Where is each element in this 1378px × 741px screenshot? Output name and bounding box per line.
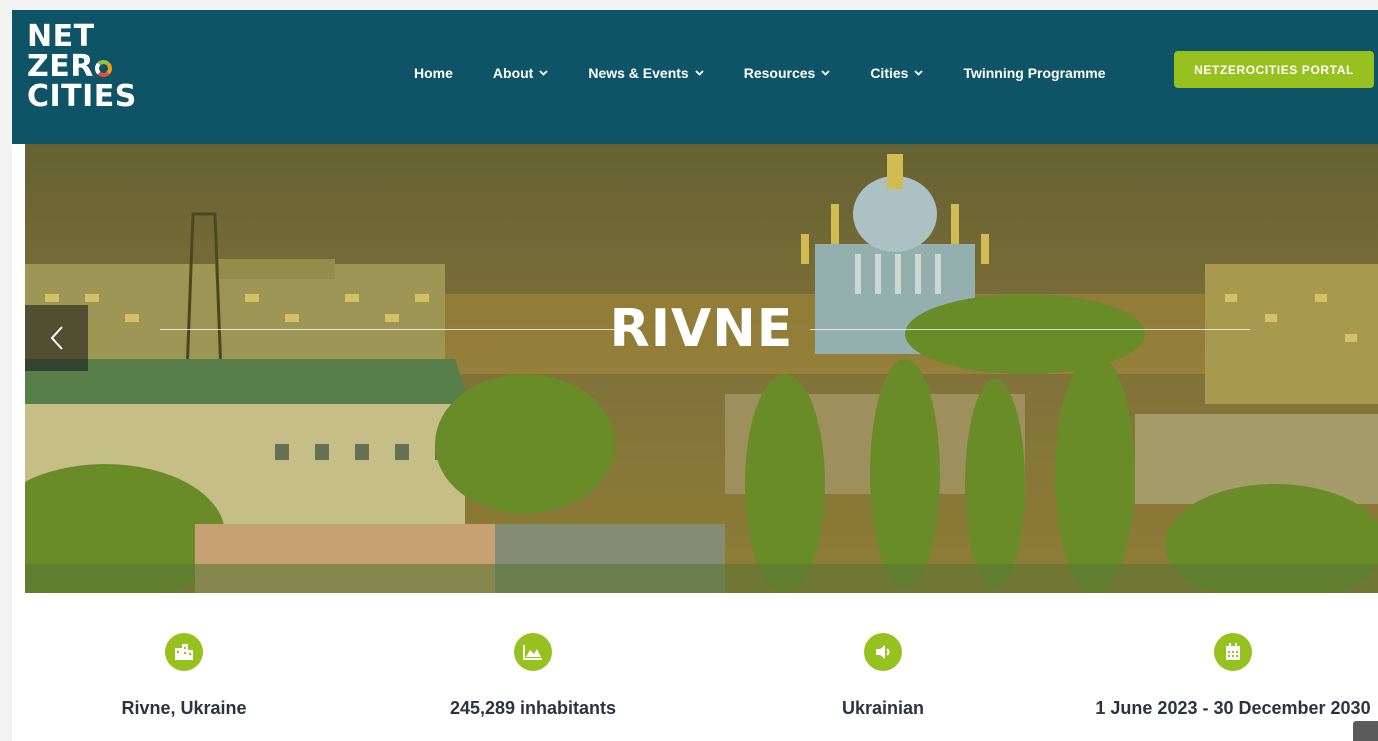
nav-label-twinning-programme: Twinning Programme — [963, 65, 1106, 81]
nav-item-twinning-programme[interactable]: Twinning Programme — [963, 65, 1105, 81]
nav-item-resources[interactable]: Resources — [744, 65, 831, 81]
info-dates-text: 1 June 2023 - 30 December 2030 — [1095, 698, 1371, 718]
nav-item-home[interactable]: Home — [414, 65, 453, 81]
calendar-icon — [1214, 633, 1252, 671]
hero-banner: RIVNE — [25, 144, 1378, 593]
info-language: Ukrainian — [733, 633, 1033, 719]
netzerocities-portal-button[interactable]: NETZEROCITIES PORTAL — [1174, 51, 1374, 88]
chevron-down-icon — [695, 70, 704, 76]
city-buildings-icon — [165, 633, 203, 671]
nav-label-cities: Cities — [870, 65, 909, 81]
info-dates: 1 June 2023 - 30 December 2030 — [1083, 633, 1378, 719]
area-chart-icon — [514, 633, 552, 671]
city-title: RIVNE — [609, 299, 794, 359]
nav-label-news-events: News & Events — [588, 65, 689, 81]
chevron-left-icon — [50, 326, 63, 350]
logo-text-cities: CITIES — [27, 79, 137, 114]
city-photo — [25, 144, 1378, 593]
page: NET ZER CITIES Home About News & Events … — [12, 10, 1378, 741]
slider-prev-button[interactable] — [25, 305, 88, 371]
nav-label-resources: Resources — [743, 65, 816, 81]
chevron-down-icon — [914, 70, 924, 76]
nav-item-cities[interactable]: Cities — [870, 65, 924, 81]
scroll-to-top-button[interactable] — [1353, 721, 1378, 741]
info-language-text: Ukrainian — [841, 698, 925, 718]
nav-label-home: Home — [414, 65, 453, 81]
info-population: 245,289 inhabitants — [383, 633, 683, 719]
info-location-text: Rivne, Ukraine — [121, 698, 247, 718]
speaker-volume-icon — [864, 633, 902, 671]
chevron-down-icon — [539, 70, 548, 76]
nav-label-about: About — [492, 65, 534, 81]
logo-ring-icon — [94, 60, 112, 77]
info-population-text: 245,289 inhabitants — [449, 698, 617, 718]
chevron-down-icon — [821, 70, 830, 76]
main-nav: Home About News & Events Resources Citie… — [414, 62, 1106, 84]
logo-text-net: NET — [27, 19, 95, 54]
site-logo[interactable]: NET ZER CITIES — [27, 22, 137, 112]
site-header: NET ZER CITIES Home About News & Events … — [12, 10, 1378, 144]
info-location: Rivne, Ukraine — [34, 633, 334, 719]
nav-item-about[interactable]: About — [493, 65, 548, 81]
nav-item-news-events[interactable]: News & Events — [588, 65, 704, 81]
